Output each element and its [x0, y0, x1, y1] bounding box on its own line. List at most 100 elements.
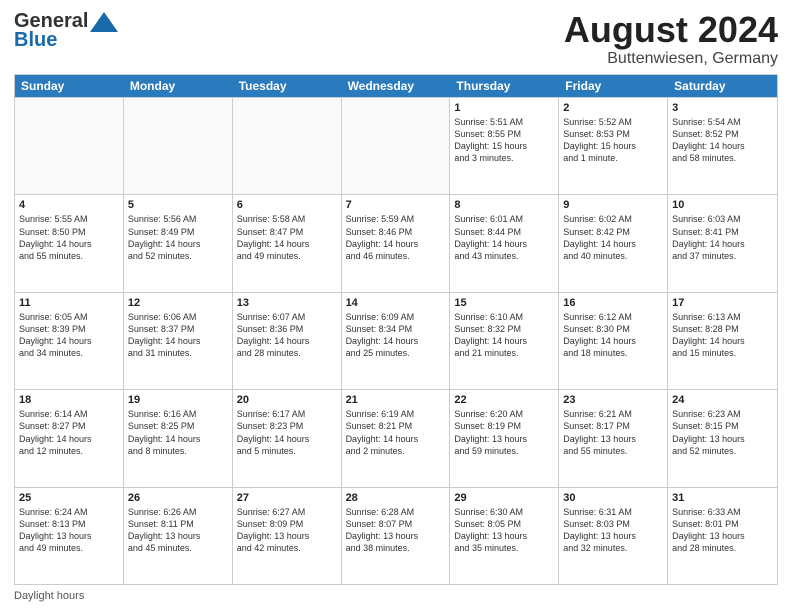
- day-number: 6: [237, 198, 337, 212]
- calendar-row-3: 11Sunrise: 6:05 AM Sunset: 8:39 PM Dayli…: [15, 292, 777, 389]
- calendar-cell-r3-c6: 16Sunrise: 6:12 AM Sunset: 8:30 PM Dayli…: [559, 293, 668, 389]
- calendar-cell-r1-c7: 3Sunrise: 5:54 AM Sunset: 8:52 PM Daylig…: [668, 98, 777, 194]
- day-info: Sunrise: 6:07 AM Sunset: 8:36 PM Dayligh…: [237, 311, 337, 360]
- logo-blue: Blue: [14, 29, 57, 52]
- day-info: Sunrise: 6:14 AM Sunset: 8:27 PM Dayligh…: [19, 408, 119, 457]
- header-sunday: Sunday: [15, 75, 124, 97]
- calendar-cell-r4-c6: 23Sunrise: 6:21 AM Sunset: 8:17 PM Dayli…: [559, 390, 668, 486]
- day-number: 15: [454, 296, 554, 310]
- day-number: 25: [19, 491, 119, 505]
- calendar-cell-r5-c7: 31Sunrise: 6:33 AM Sunset: 8:01 PM Dayli…: [668, 488, 777, 584]
- calendar-cell-r1-c5: 1Sunrise: 5:51 AM Sunset: 8:55 PM Daylig…: [450, 98, 559, 194]
- day-info: Sunrise: 6:23 AM Sunset: 8:15 PM Dayligh…: [672, 408, 773, 457]
- day-number: 21: [346, 393, 446, 407]
- header-monday: Monday: [124, 75, 233, 97]
- calendar-cell-r2-c5: 8Sunrise: 6:01 AM Sunset: 8:44 PM Daylig…: [450, 195, 559, 291]
- calendar-cell-r1-c6: 2Sunrise: 5:52 AM Sunset: 8:53 PM Daylig…: [559, 98, 668, 194]
- calendar-cell-r1-c1: [15, 98, 124, 194]
- calendar-row-4: 18Sunrise: 6:14 AM Sunset: 8:27 PM Dayli…: [15, 389, 777, 486]
- calendar-cell-r3-c1: 11Sunrise: 6:05 AM Sunset: 8:39 PM Dayli…: [15, 293, 124, 389]
- day-number: 1: [454, 101, 554, 115]
- day-number: 20: [237, 393, 337, 407]
- day-info: Sunrise: 6:24 AM Sunset: 8:13 PM Dayligh…: [19, 506, 119, 555]
- day-number: 24: [672, 393, 773, 407]
- day-number: 3: [672, 101, 773, 115]
- day-number: 17: [672, 296, 773, 310]
- calendar-cell-r5-c3: 27Sunrise: 6:27 AM Sunset: 8:09 PM Dayli…: [233, 488, 342, 584]
- calendar-row-5: 25Sunrise: 6:24 AM Sunset: 8:13 PM Dayli…: [15, 487, 777, 584]
- day-number: 11: [19, 296, 119, 310]
- day-number: 26: [128, 491, 228, 505]
- day-number: 16: [563, 296, 663, 310]
- day-info: Sunrise: 5:58 AM Sunset: 8:47 PM Dayligh…: [237, 213, 337, 262]
- calendar: Sunday Monday Tuesday Wednesday Thursday…: [14, 74, 778, 585]
- day-info: Sunrise: 6:21 AM Sunset: 8:17 PM Dayligh…: [563, 408, 663, 457]
- day-info: Sunrise: 6:05 AM Sunset: 8:39 PM Dayligh…: [19, 311, 119, 360]
- calendar-cell-r3-c4: 14Sunrise: 6:09 AM Sunset: 8:34 PM Dayli…: [342, 293, 451, 389]
- day-number: 9: [563, 198, 663, 212]
- calendar-cell-r3-c7: 17Sunrise: 6:13 AM Sunset: 8:28 PM Dayli…: [668, 293, 777, 389]
- day-info: Sunrise: 6:02 AM Sunset: 8:42 PM Dayligh…: [563, 213, 663, 262]
- day-info: Sunrise: 6:31 AM Sunset: 8:03 PM Dayligh…: [563, 506, 663, 555]
- day-number: 23: [563, 393, 663, 407]
- day-info: Sunrise: 6:26 AM Sunset: 8:11 PM Dayligh…: [128, 506, 228, 555]
- day-number: 14: [346, 296, 446, 310]
- day-number: 10: [672, 198, 773, 212]
- calendar-cell-r5-c2: 26Sunrise: 6:26 AM Sunset: 8:11 PM Dayli…: [124, 488, 233, 584]
- day-number: 30: [563, 491, 663, 505]
- day-info: Sunrise: 6:13 AM Sunset: 8:28 PM Dayligh…: [672, 311, 773, 360]
- day-number: 13: [237, 296, 337, 310]
- calendar-cell-r4-c1: 18Sunrise: 6:14 AM Sunset: 8:27 PM Dayli…: [15, 390, 124, 486]
- footer: Daylight hours: [14, 590, 778, 602]
- calendar-title: August 2024: [564, 10, 778, 50]
- day-info: Sunrise: 6:16 AM Sunset: 8:25 PM Dayligh…: [128, 408, 228, 457]
- logo: General Blue: [14, 10, 118, 52]
- page: General Blue August 2024 Buttenwiesen, G…: [0, 0, 792, 612]
- header-friday: Friday: [559, 75, 668, 97]
- day-number: 31: [672, 491, 773, 505]
- day-number: 4: [19, 198, 119, 212]
- calendar-cell-r3-c3: 13Sunrise: 6:07 AM Sunset: 8:36 PM Dayli…: [233, 293, 342, 389]
- header-wednesday: Wednesday: [342, 75, 451, 97]
- calendar-cell-r5-c5: 29Sunrise: 6:30 AM Sunset: 8:05 PM Dayli…: [450, 488, 559, 584]
- calendar-cell-r3-c5: 15Sunrise: 6:10 AM Sunset: 8:32 PM Dayli…: [450, 293, 559, 389]
- day-info: Sunrise: 6:01 AM Sunset: 8:44 PM Dayligh…: [454, 213, 554, 262]
- header: General Blue August 2024 Buttenwiesen, G…: [14, 10, 778, 68]
- calendar-cell-r1-c4: [342, 98, 451, 194]
- calendar-cell-r4-c5: 22Sunrise: 6:20 AM Sunset: 8:19 PM Dayli…: [450, 390, 559, 486]
- calendar-cell-r2-c1: 4Sunrise: 5:55 AM Sunset: 8:50 PM Daylig…: [15, 195, 124, 291]
- day-info: Sunrise: 5:56 AM Sunset: 8:49 PM Dayligh…: [128, 213, 228, 262]
- day-number: 8: [454, 198, 554, 212]
- calendar-cell-r4-c4: 21Sunrise: 6:19 AM Sunset: 8:21 PM Dayli…: [342, 390, 451, 486]
- day-info: Sunrise: 5:51 AM Sunset: 8:55 PM Dayligh…: [454, 116, 554, 165]
- calendar-header: Sunday Monday Tuesday Wednesday Thursday…: [15, 75, 777, 97]
- day-number: 2: [563, 101, 663, 115]
- day-info: Sunrise: 5:55 AM Sunset: 8:50 PM Dayligh…: [19, 213, 119, 262]
- day-info: Sunrise: 5:54 AM Sunset: 8:52 PM Dayligh…: [672, 116, 773, 165]
- day-number: 28: [346, 491, 446, 505]
- day-number: 22: [454, 393, 554, 407]
- day-number: 29: [454, 491, 554, 505]
- header-tuesday: Tuesday: [233, 75, 342, 97]
- day-info: Sunrise: 6:12 AM Sunset: 8:30 PM Dayligh…: [563, 311, 663, 360]
- day-info: Sunrise: 6:20 AM Sunset: 8:19 PM Dayligh…: [454, 408, 554, 457]
- calendar-cell-r4-c3: 20Sunrise: 6:17 AM Sunset: 8:23 PM Dayli…: [233, 390, 342, 486]
- day-number: 12: [128, 296, 228, 310]
- calendar-cell-r2-c7: 10Sunrise: 6:03 AM Sunset: 8:41 PM Dayli…: [668, 195, 777, 291]
- calendar-cell-r1-c2: [124, 98, 233, 194]
- calendar-body: 1Sunrise: 5:51 AM Sunset: 8:55 PM Daylig…: [15, 97, 777, 584]
- day-info: Sunrise: 6:27 AM Sunset: 8:09 PM Dayligh…: [237, 506, 337, 555]
- header-thursday: Thursday: [450, 75, 559, 97]
- day-number: 27: [237, 491, 337, 505]
- calendar-cell-r4-c7: 24Sunrise: 6:23 AM Sunset: 8:15 PM Dayli…: [668, 390, 777, 486]
- day-number: 5: [128, 198, 228, 212]
- calendar-cell-r3-c2: 12Sunrise: 6:06 AM Sunset: 8:37 PM Dayli…: [124, 293, 233, 389]
- title-block: August 2024 Buttenwiesen, Germany: [564, 10, 778, 68]
- day-info: Sunrise: 6:06 AM Sunset: 8:37 PM Dayligh…: [128, 311, 228, 360]
- day-info: Sunrise: 5:59 AM Sunset: 8:46 PM Dayligh…: [346, 213, 446, 262]
- calendar-row-1: 1Sunrise: 5:51 AM Sunset: 8:55 PM Daylig…: [15, 97, 777, 194]
- header-saturday: Saturday: [668, 75, 777, 97]
- calendar-row-2: 4Sunrise: 5:55 AM Sunset: 8:50 PM Daylig…: [15, 194, 777, 291]
- day-info: Sunrise: 6:19 AM Sunset: 8:21 PM Dayligh…: [346, 408, 446, 457]
- calendar-cell-r4-c2: 19Sunrise: 6:16 AM Sunset: 8:25 PM Dayli…: [124, 390, 233, 486]
